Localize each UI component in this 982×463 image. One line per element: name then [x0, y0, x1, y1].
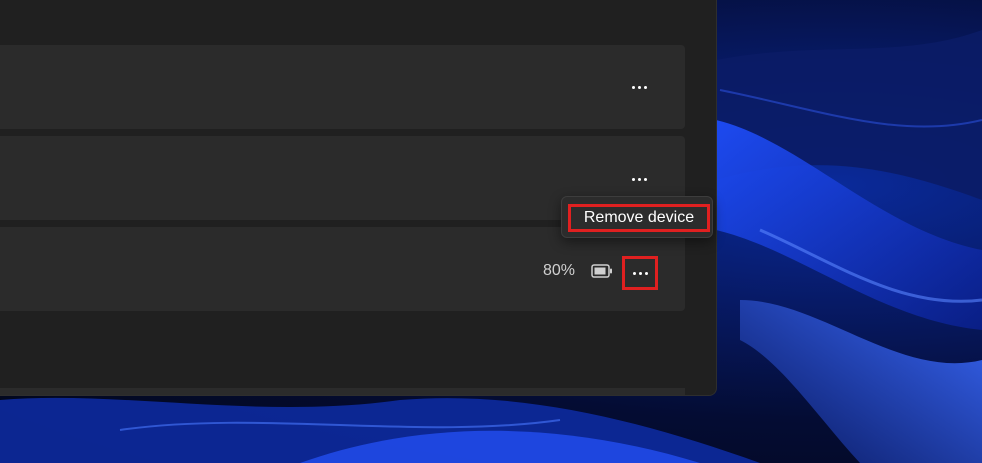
more-options-button-1[interactable] [624, 74, 654, 100]
device-card-3 [0, 227, 685, 311]
battery-icon [591, 264, 613, 283]
more-options-button-2[interactable] [624, 166, 654, 192]
more-horizontal-icon [631, 85, 635, 89]
next-section-edge [0, 388, 685, 395]
more-horizontal-icon [631, 177, 635, 181]
context-menu: Remove device [561, 196, 713, 238]
more-horizontal-icon [632, 271, 636, 275]
remove-device-menu-item[interactable]: Remove device [568, 204, 710, 232]
battery-percentage: 80% [543, 262, 576, 279]
more-options-button-3[interactable] [622, 256, 658, 290]
device-card-1 [0, 45, 685, 129]
